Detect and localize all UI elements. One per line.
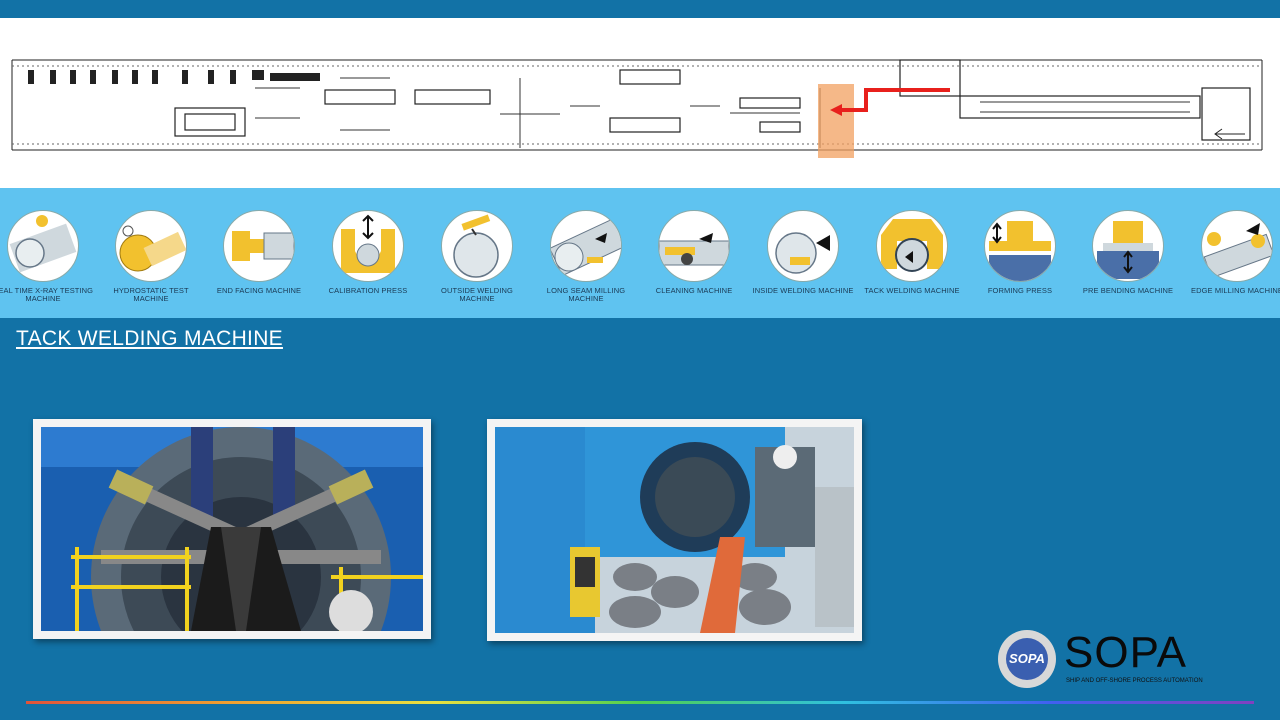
machine-item-xray[interactable]: REAL TIME X-RAY TESTING MACHINE xyxy=(0,210,93,310)
page-title: TACK WELDING MACHINE xyxy=(16,327,283,350)
machine-item-outside-welding[interactable]: OUTSIDE WELDING MACHINE xyxy=(431,210,523,310)
machine-label: PRE BENDING MACHINE xyxy=(1082,286,1174,295)
machine-label: TACK WELDING MACHINE xyxy=(864,286,960,295)
machine-strip: REAL TIME X-RAY TESTING MACHINE HYDROSTA… xyxy=(0,188,1280,318)
tack-welding-icon xyxy=(876,210,948,282)
pre-bending-icon xyxy=(1092,210,1164,282)
production-line-layout xyxy=(0,18,1280,188)
long-seam-milling-icon xyxy=(550,210,622,282)
machine-item-edge-milling[interactable]: EDGE MILLING MACHINE xyxy=(1191,210,1280,310)
machine-item-forming-press[interactable]: FORMING PRESS xyxy=(974,210,1066,310)
outside-welding-icon xyxy=(441,210,513,282)
machine-item-end-facing[interactable]: END FACING MACHINE xyxy=(213,210,305,310)
layout-drawing xyxy=(11,59,1263,158)
machine-label: OUTSIDE WELDING MACHINE xyxy=(441,286,513,303)
machine-label: CLEANING MACHINE xyxy=(655,286,733,295)
machine-item-cleaning[interactable]: CLEANING MACHINE xyxy=(648,210,740,310)
machine-item-hydrostatic[interactable]: HYDROSTATIC TEST MACHINE xyxy=(105,210,197,310)
calibration-press-icon xyxy=(332,210,404,282)
machine-item-pre-bending[interactable]: PRE BENDING MACHINE xyxy=(1082,210,1174,310)
machine-label: CALIBRATION PRESS xyxy=(328,286,408,295)
forming-press-icon xyxy=(984,210,1056,282)
xray-machine-icon xyxy=(7,210,79,282)
machine-item-inside-welding[interactable]: INSIDE WELDING MACHINE xyxy=(753,210,853,310)
machine-label: EDGE MILLING MACHINE xyxy=(1190,286,1280,295)
rainbow-divider xyxy=(26,701,1254,704)
machine-label: REAL TIME X-RAY TESTING MACHINE xyxy=(0,286,94,303)
sopa-logo-badge: SOPA xyxy=(998,630,1056,688)
end-facing-icon xyxy=(223,210,295,282)
inside-welding-icon xyxy=(767,210,839,282)
tack-welding-photo-2 xyxy=(487,419,862,641)
machine-label: INSIDE WELDING MACHINE xyxy=(752,286,854,295)
tack-welding-highlight xyxy=(818,84,854,158)
machine-item-tack-welding[interactable]: TACK WELDING MACHINE xyxy=(864,210,959,310)
machine-label: LONG SEAM MILLING MACHINE xyxy=(546,286,626,303)
sopa-logo: SOPA SOPA SHIP AND OFF-SHORE PROCESS AUT… xyxy=(998,628,1218,692)
machine-label: HYDROSTATIC TEST MACHINE xyxy=(113,286,189,303)
cleaning-machine-icon xyxy=(658,210,730,282)
tack-welding-photo-1 xyxy=(33,419,431,639)
sopa-logo-name: SOPA xyxy=(1064,628,1188,677)
machine-item-long-seam[interactable]: LONG SEAM MILLING MACHINE xyxy=(540,210,632,310)
hydrostatic-test-icon xyxy=(115,210,187,282)
edge-milling-icon xyxy=(1201,210,1273,282)
machine-item-calibration[interactable]: CALIBRATION PRESS xyxy=(322,210,414,310)
sopa-logo-tagline: SHIP AND OFF-SHORE PROCESS AUTOMATION xyxy=(1066,678,1203,684)
machine-label: END FACING MACHINE xyxy=(216,286,302,295)
process-flow-arrow xyxy=(838,88,950,112)
machine-label: FORMING PRESS xyxy=(987,286,1053,295)
